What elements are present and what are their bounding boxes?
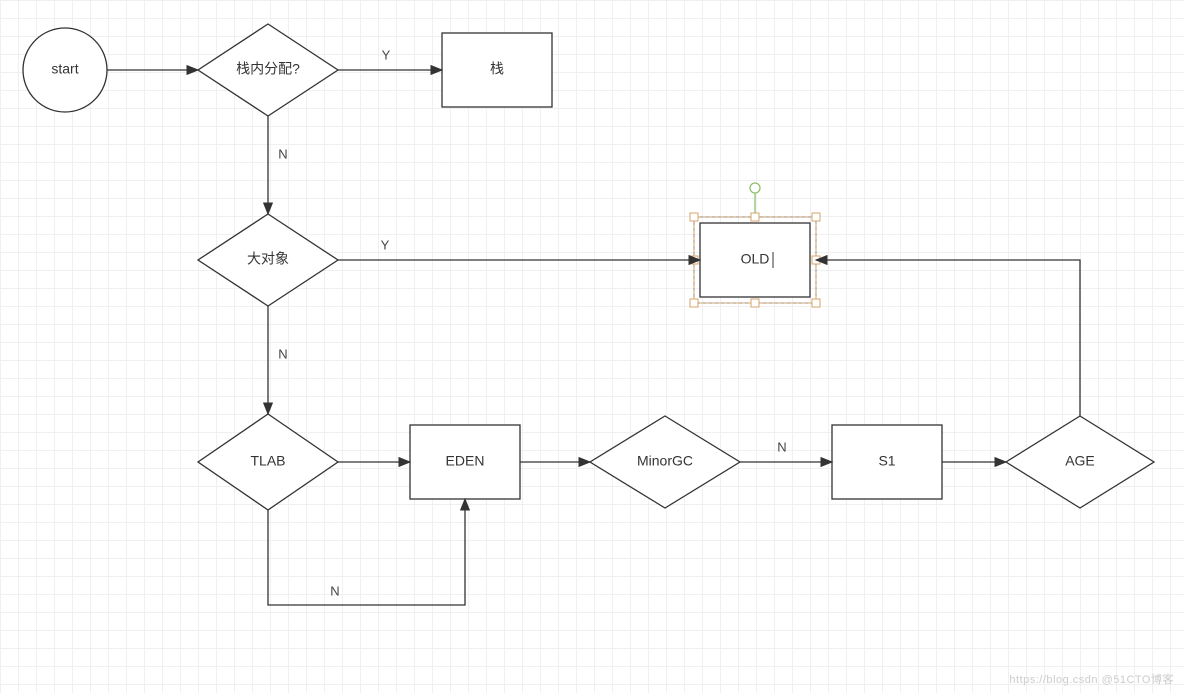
node-s1[interactable]: S1 [832, 425, 942, 499]
node-tlab-label: TLAB [250, 453, 285, 469]
node-eden-label: EDEN [446, 453, 485, 469]
edge-tlab-n-label: N [330, 583, 339, 598]
node-stack-alloc-label: 栈内分配? [236, 61, 300, 77]
edge-tlab-n[interactable] [268, 499, 465, 605]
edge-stackalloc-n-label: N [278, 146, 287, 161]
edge-bigobj-y-label: Y [381, 237, 390, 252]
edge-minorgc-n-label: N [777, 439, 786, 454]
node-big-obj-label: 大对象 [247, 251, 289, 267]
node-stack[interactable]: 栈 [442, 33, 552, 107]
node-age-label: AGE [1065, 453, 1095, 469]
node-start[interactable]: start [23, 28, 107, 112]
node-age[interactable]: AGE [1006, 416, 1154, 508]
node-old-label: OLD [741, 251, 770, 267]
edge-bigobj-n-label: N [278, 346, 287, 361]
node-minor-gc-label: MinorGC [637, 453, 693, 469]
node-stack-label: 栈 [490, 61, 504, 77]
node-tlab[interactable]: TLAB [198, 414, 338, 510]
node-s1-label: S1 [878, 453, 895, 469]
node-start-label: start [51, 61, 78, 77]
node-old[interactable]: OLD [690, 183, 820, 307]
watermark: https://blog.csdn @51CTO博客 [1009, 671, 1174, 687]
node-big-obj[interactable]: 大对象 [198, 214, 338, 306]
node-eden[interactable]: EDEN [410, 425, 520, 499]
edge-age-to-old[interactable] [816, 260, 1080, 416]
edge-stackalloc-y-label: Y [382, 47, 391, 62]
flowchart-canvas[interactable]: start 栈内分配? 栈 大对象 OLD [0, 0, 1184, 693]
node-minor-gc[interactable]: MinorGC [590, 416, 740, 508]
node-stack-alloc[interactable]: 栈内分配? [198, 24, 338, 116]
